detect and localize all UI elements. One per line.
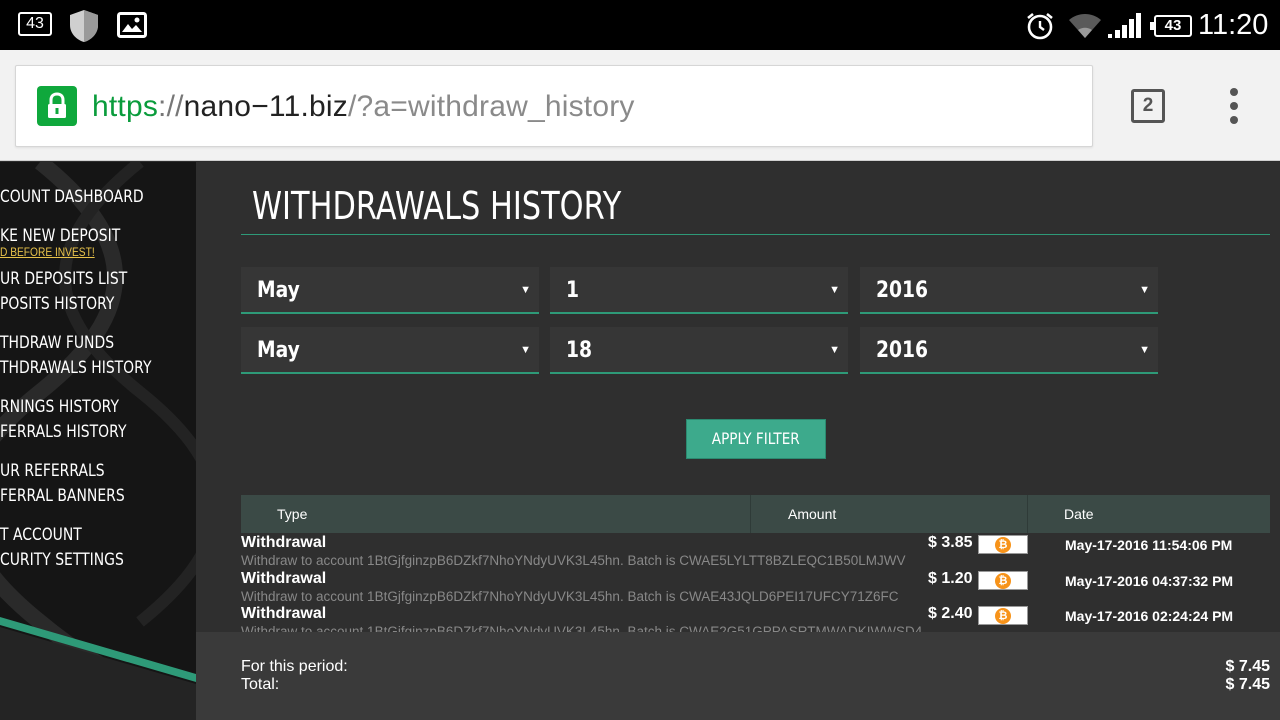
dropdown-caret-icon: ▼ <box>829 344 840 356</box>
bitcoin-icon: ₿ <box>995 537 1011 553</box>
row-date: May-17-2016 02:24:24 PM <box>1065 608 1234 624</box>
row-amount: $ 1.20 <box>928 570 973 587</box>
lock-icon[interactable] <box>37 86 77 126</box>
row-type: Withdrawal <box>241 605 327 622</box>
url-separator: :// <box>158 90 184 123</box>
grand-total-value: $ 7.45 <box>1225 676 1270 693</box>
address-bar[interactable]: https://nano−11.biz/?a=withdraw_history <box>15 65 1093 147</box>
url-text[interactable]: https://nano−11.biz/?a=withdraw_history <box>92 88 635 126</box>
column-divider <box>750 495 751 533</box>
main-content: WITHDRAWALS HISTORY May ▼ 1 ▼ 2016 ▼ May… <box>196 162 1280 639</box>
row-type: Withdrawal <box>241 534 327 551</box>
sidebar-item-your-referrals[interactable]: UR REFERRALS <box>0 460 105 482</box>
dropdown-caret-icon: ▼ <box>520 344 531 356</box>
from-day-value: 1 <box>566 278 580 303</box>
sidebar-item-withdrawals-history[interactable]: THDRAWALS HISTORY <box>0 357 151 379</box>
to-month-value: May <box>257 338 300 363</box>
to-month-select[interactable]: May ▼ <box>241 327 539 374</box>
dropdown-caret-icon: ▼ <box>1139 344 1150 356</box>
from-day-select[interactable]: 1 ▼ <box>550 267 848 314</box>
dropdown-caret-icon: ▼ <box>1139 284 1150 296</box>
row-description: Withdraw to account 1BtGjfginzpB6DZkf7Nh… <box>241 589 899 604</box>
browser-toolbar: https://nano−11.biz/?a=withdraw_history … <box>0 50 1280 161</box>
row-description: Withdraw to account 1BtGjfginzpB6DZkf7Nh… <box>241 553 906 568</box>
sidebar-item-account-dashboard[interactable]: COUNT DASHBOARD <box>0 186 144 208</box>
grand-total-label: Total: <box>241 676 280 693</box>
wifi-icon <box>1069 14 1101 38</box>
row-amount: $ 2.40 <box>928 605 973 622</box>
row-date: May-17-2016 04:37:32 PM <box>1065 573 1234 589</box>
row-date: May-17-2016 11:54:06 PM <box>1065 537 1233 553</box>
sidebar: COUNT DASHBOARD KE NEW DEPOSIT D BEFORE … <box>0 162 196 720</box>
url-host: nano−11.biz <box>183 90 348 123</box>
sidebar-item-deposits-list[interactable]: UR DEPOSITS LIST <box>0 268 127 290</box>
sidebar-item-deposits-history[interactable]: POSITS HISTORY <box>0 293 114 315</box>
title-divider <box>241 234 1270 235</box>
overflow-menu-icon[interactable] <box>1224 88 1244 124</box>
from-month-select[interactable]: May ▼ <box>241 267 539 314</box>
to-year-select[interactable]: 2016 ▼ <box>860 327 1158 374</box>
dropdown-caret-icon: ▼ <box>520 284 531 296</box>
payment-method-badge: ₿ <box>978 535 1028 554</box>
from-year-value: 2016 <box>876 278 929 303</box>
bitcoin-icon: ₿ <box>995 573 1011 589</box>
signal-icon <box>1108 13 1141 38</box>
sidebar-item-referral-banners[interactable]: FERRAL BANNERS <box>0 485 125 507</box>
url-path: /?a=withdraw_history <box>347 90 635 123</box>
column-header-type: Type <box>277 506 308 522</box>
apply-filter-button[interactable]: APPLY FILTER <box>686 419 826 459</box>
sidebar-item-make-new-deposit[interactable]: KE NEW DEPOSIT <box>0 225 120 247</box>
to-day-select[interactable]: 18 ▼ <box>550 327 848 374</box>
row-type: Withdrawal <box>241 570 327 587</box>
page-title: WITHDRAWALS HISTORY <box>252 184 622 228</box>
sidebar-item-referrals-history[interactable]: FERRALS HISTORY <box>0 421 126 443</box>
sidebar-read-before-invest-link[interactable]: D BEFORE INVEST! <box>0 245 95 259</box>
table-header: Type Amount Date <box>241 495 1270 533</box>
period-total-label: For this period: <box>241 658 348 675</box>
status-time: 11:20 <box>1198 9 1269 41</box>
sidebar-item-earnings-history[interactable]: RNINGS HISTORY <box>0 396 119 418</box>
row-amount: $ 3.85 <box>928 534 973 551</box>
tab-switcher-button[interactable]: 2 <box>1131 89 1165 123</box>
sidebar-item-security-settings[interactable]: CURITY SETTINGS <box>0 549 124 571</box>
column-header-amount: Amount <box>788 506 837 522</box>
payment-method-badge: ₿ <box>978 606 1028 625</box>
sidebar-item-edit-account[interactable]: T ACCOUNT <box>0 524 82 546</box>
to-year-value: 2016 <box>876 338 929 363</box>
notification-count-icon: 43 <box>18 12 52 36</box>
bitcoin-icon: ₿ <box>995 608 1011 624</box>
image-icon <box>117 12 147 38</box>
payment-method-badge: ₿ <box>978 571 1028 590</box>
sidebar-item-withdraw-funds[interactable]: THDRAW FUNDS <box>0 332 114 354</box>
from-year-select[interactable]: 2016 ▼ <box>860 267 1158 314</box>
dropdown-caret-icon: ▼ <box>829 284 840 296</box>
battery-icon: 43 <box>1150 15 1192 37</box>
alarm-icon <box>1027 12 1053 40</box>
shield-icon <box>70 10 98 42</box>
column-header-date: Date <box>1064 506 1094 522</box>
column-divider <box>1027 495 1028 533</box>
url-scheme: https <box>92 90 159 123</box>
period-total-value: $ 7.45 <box>1225 658 1270 675</box>
apply-filter-label: APPLY FILTER <box>711 429 801 448</box>
status-bar: 43 43 11:20 <box>0 0 1280 50</box>
from-month-value: May <box>257 278 300 303</box>
to-day-value: 18 <box>566 338 593 363</box>
totals-footer: For this period: $ 7.45 Total: $ 7.45 <box>196 632 1280 720</box>
